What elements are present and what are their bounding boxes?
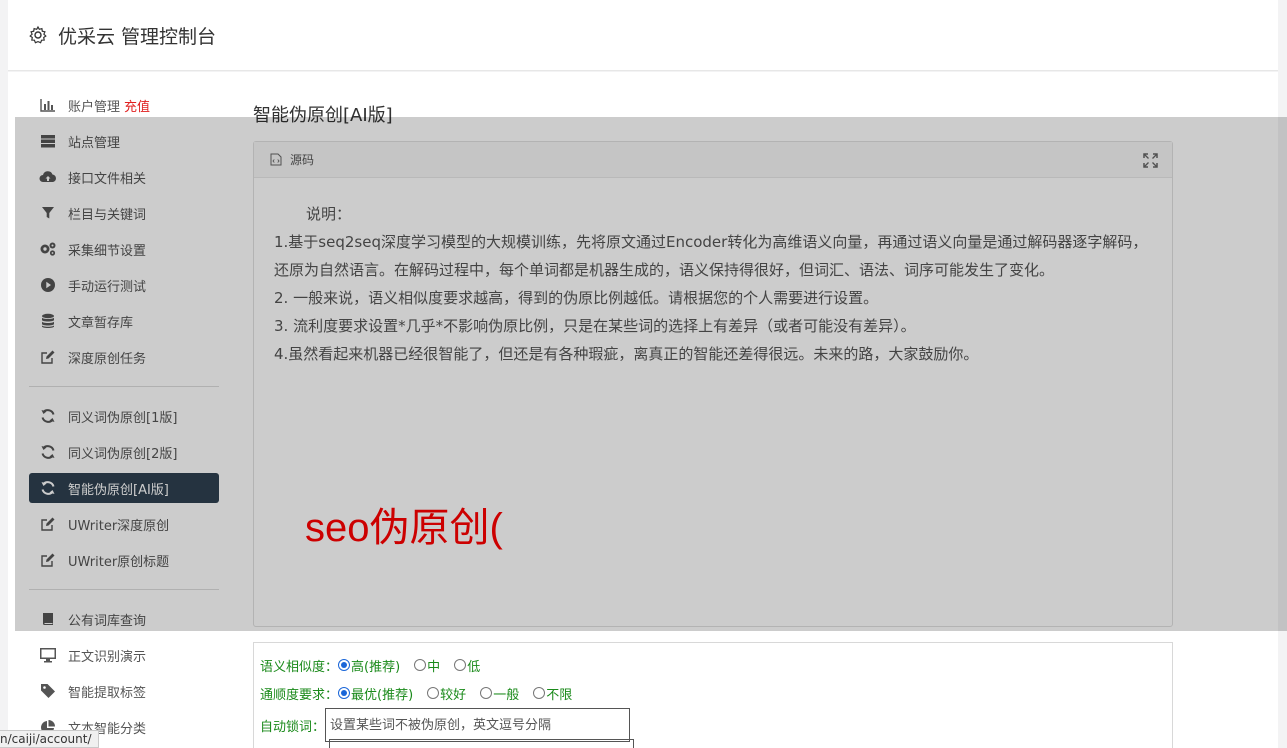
play-icon [39, 277, 57, 293]
sidebar-divider [29, 589, 219, 590]
book-icon [39, 611, 57, 627]
sidebar-item-uwriter-title[interactable]: UWriter原创标题 [29, 545, 219, 575]
database-icon [39, 313, 57, 329]
sidebar: 账户管理 充值 站点管理 接口文件相关 栏目与关键词 采集细节设置 手动运行测试 [29, 90, 219, 748]
sidebar-item-label: 文章暂存库 [68, 315, 134, 331]
sidebar-item-label: UWriter原创标题 [68, 554, 170, 570]
fluency-radio-normal[interactable]: 一般 [480, 684, 519, 703]
sidebar-item-synonym-v2[interactable]: 同义词伪原创[2版] [29, 437, 219, 467]
sidebar-item-uwriter-deep[interactable]: UWriter深度原创 [29, 509, 219, 539]
description-line: 2. 一般来说，语义相似度要求越高，得到的伪原比例越低。请根据您的个人需要进行设… [274, 289, 879, 307]
radio-button[interactable] [427, 687, 440, 699]
radio-button[interactable] [480, 687, 493, 699]
sidebar-item-collect-settings[interactable]: 采集细节设置 [29, 234, 219, 264]
radio-button[interactable] [338, 659, 351, 671]
source-label: 源码 [290, 153, 315, 167]
sidebar-item-synonym-v1[interactable]: 同义词伪原创[1版] [29, 401, 219, 431]
similarity-row: 语义相似度： 高(推荐) 中 低 [260, 651, 1166, 679]
options-panel: 语义相似度： 高(推荐) 中 低 通顺度要求： 最优(推荐) 较好 一般 不限 … [253, 642, 1173, 748]
radio-label: 最优(推荐) [351, 687, 414, 703]
input-text: seo伪原创( [305, 506, 503, 550]
filter-icon [39, 205, 57, 221]
description-line: 1.基于seq2seq深度学习模型的大规模训练，先将原文通过Encoder转化为… [274, 233, 1148, 279]
recharge-link[interactable]: 充值 [124, 96, 150, 115]
radio-button[interactable] [533, 687, 546, 699]
radio-button[interactable] [414, 659, 427, 671]
sidebar-item-manual-run[interactable]: 手动运行测试 [29, 270, 219, 300]
lock-label: 自动锁词： [260, 719, 326, 735]
edit-icon [39, 349, 57, 365]
radio-button[interactable] [338, 687, 351, 699]
sidebar-item-label: 深度原创任务 [68, 351, 147, 367]
radio-label: 较好 [440, 687, 467, 703]
refresh-icon [39, 480, 57, 496]
top-header: 优采云 管理控制台 [8, 0, 1278, 71]
lock-row: 自动锁词： [260, 707, 1166, 743]
description-line: 4.虽然看起来机器已经很智能了，但还是有各种瑕疵，离真正的智能还差得很远。未来的… [274, 345, 979, 363]
sidebar-item-label: 智能提取标签 [68, 685, 147, 701]
edit-icon [39, 552, 57, 568]
sidebar-item-label: UWriter深度原创 [68, 518, 170, 534]
sidebar-item-label: 接口文件相关 [68, 171, 147, 187]
refresh-icon [39, 444, 57, 460]
radio-label: 中 [427, 659, 441, 675]
similarity-radio-high[interactable]: 高(推荐) [338, 656, 400, 675]
gear-icon [29, 25, 47, 44]
radio-label: 高(推荐) [351, 659, 401, 675]
fluency-label: 通顺度要求： [260, 687, 339, 703]
sidebar-item-text-recognition[interactable]: 正文识别演示 [29, 640, 219, 670]
second-input[interactable] [329, 739, 634, 748]
radio-button[interactable] [454, 659, 467, 671]
sidebar-item-label: 手动运行测试 [68, 279, 147, 295]
similarity-radio-low[interactable]: 低 [454, 656, 480, 675]
sidebar-item-label: 采集细节设置 [68, 243, 147, 259]
edit-icon [39, 516, 57, 532]
sidebar-item-label: 同义词伪原创[2版] [68, 446, 178, 462]
sidebar-item-account[interactable]: 账户管理 充值 [29, 90, 219, 120]
fluency-radio-good[interactable]: 较好 [427, 684, 466, 703]
fullscreen-icon[interactable] [1143, 153, 1158, 168]
page-title: 智能伪原创[AI版] [253, 105, 393, 126]
source-editor-toolbar: 源码 [254, 142, 1172, 178]
sidebar-item-label: 站点管理 [68, 135, 121, 151]
sidebar-item-label: 正文识别演示 [68, 649, 147, 665]
file-code-icon [270, 153, 282, 166]
tag-icon [39, 683, 57, 699]
sidebar-item-public-lexicon[interactable]: 公有词库查询 [29, 604, 219, 634]
sidebar-item-columns-keywords[interactable]: 栏目与关键词 [29, 198, 219, 228]
sidebar-item-label: 智能伪原创[AI版] [68, 482, 169, 498]
sidebar-item-sites[interactable]: 站点管理 [29, 126, 219, 156]
sidebar-item-label: 公有词库查询 [68, 613, 147, 629]
lock-words-input[interactable] [325, 708, 631, 742]
fluency-radio-best[interactable]: 最优(推荐) [338, 684, 413, 703]
server-icon [39, 133, 57, 149]
sidebar-divider [29, 386, 219, 387]
sidebar-item-label: 账户管理 [68, 99, 121, 115]
sidebar-item-article-store[interactable]: 文章暂存库 [29, 306, 219, 336]
refresh-icon [39, 408, 57, 424]
monitor-icon [39, 647, 57, 663]
description-line: 3. 流利度要求设置*几乎*不影响伪原比例，只是在某些词的选择上有差异（或者可能… [274, 317, 916, 335]
source-content[interactable]: 说明： 1.基于seq2seq深度学习模型的大规模训练，先将原文通过Encode… [254, 178, 1172, 368]
fluency-radio-any[interactable]: 不限 [533, 684, 572, 703]
cloud-upload-icon [39, 169, 57, 185]
similarity-label: 语义相似度： [260, 659, 339, 675]
description-lead: 说明： [306, 205, 352, 223]
radio-label: 低 [467, 659, 481, 675]
sidebar-item-smart-tags[interactable]: 智能提取标签 [29, 676, 219, 706]
radio-label: 一般 [493, 687, 520, 703]
cogs-icon [39, 241, 57, 257]
source-editor[interactable]: 源码 说明： 1.基于seq2seq深度学习模型的大规模训练，先将原文通过Enc… [253, 141, 1173, 627]
bar-chart-icon [39, 97, 57, 113]
fluency-row: 通顺度要求： 最优(推荐) 较好 一般 不限 [260, 679, 1166, 707]
status-bar-url: n/caiji/account/ [0, 730, 99, 748]
similarity-radio-medium[interactable]: 中 [414, 656, 440, 675]
sidebar-item-label: 同义词伪原创[1版] [68, 410, 178, 426]
sidebar-item-deep-original-task[interactable]: 深度原创任务 [29, 342, 219, 372]
radio-label: 不限 [546, 687, 573, 703]
sidebar-item-label: 栏目与关键词 [68, 207, 147, 223]
sidebar-item-ai-rewrite[interactable]: 智能伪原创[AI版] [29, 473, 219, 503]
app-title: 优采云 管理控制台 [58, 25, 217, 48]
sidebar-item-interface-files[interactable]: 接口文件相关 [29, 162, 219, 192]
